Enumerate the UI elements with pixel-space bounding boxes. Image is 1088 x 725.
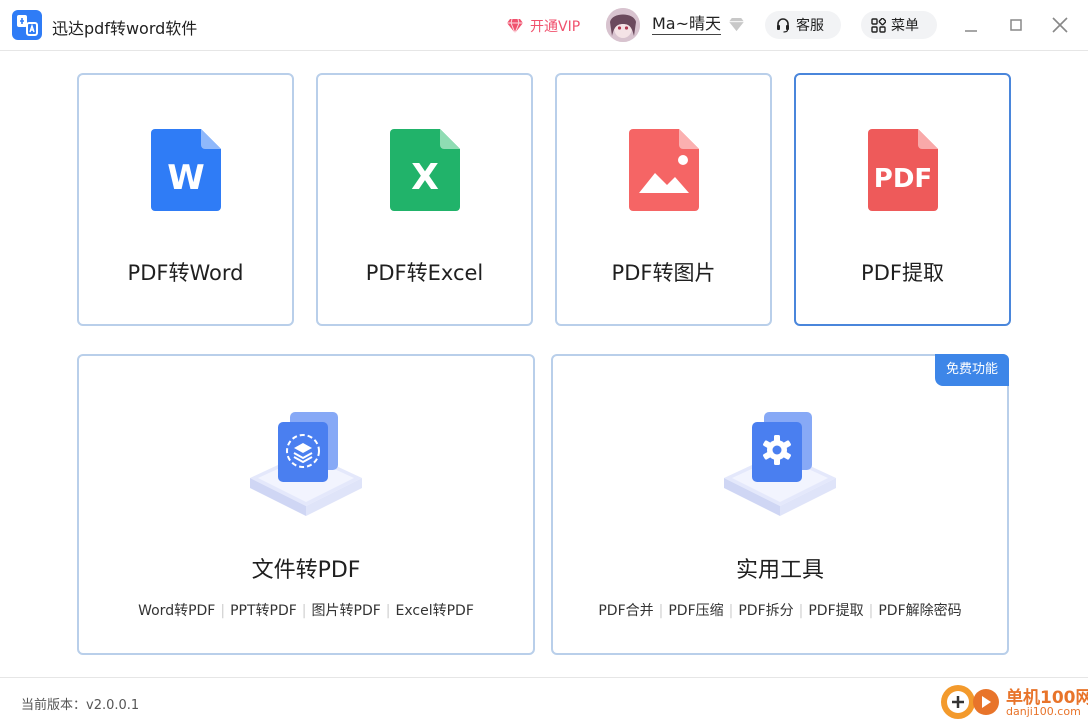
pdf-extract-label: PDF提取 xyxy=(861,261,944,285)
link-separator: | xyxy=(728,603,734,619)
menu-label: 菜单 xyxy=(891,18,919,34)
pdf-unlock-link[interactable]: PDF解除密码 xyxy=(878,603,961,619)
headset-icon xyxy=(777,18,789,33)
pdf-to-excel-card[interactable]: X PDF转Excel xyxy=(316,73,533,326)
username-link[interactable]: Ma~晴天 xyxy=(652,14,722,35)
utilities-links: PDF合并 | PDF压缩 | PDF拆分 | PDF提取 | PDF解除密码 xyxy=(553,600,1007,620)
pdf-extract-card[interactable]: PDF PDF提取 xyxy=(794,73,1011,326)
avatar[interactable] xyxy=(606,8,640,42)
word-file-icon: W xyxy=(151,129,221,211)
gear-stack-icon xyxy=(724,412,836,516)
diamond-icon xyxy=(507,18,523,34)
vip-label: 开通VIP xyxy=(530,19,581,35)
minimize-button[interactable] xyxy=(959,13,983,37)
customer-service-label: 客服 xyxy=(796,18,824,34)
file-to-pdf-links: Word转PDF | PPT转PDF | 图片转PDF | Excel转PDF xyxy=(79,600,533,620)
title-bar: 迅达pdf转word软件 开通VIP Ma~晴天 客服 菜单 xyxy=(0,0,1088,51)
pdf-extract-link[interactable]: PDF提取 xyxy=(808,603,863,619)
pdf-to-image-card[interactable]: PDF转图片 xyxy=(555,73,772,326)
excel-file-icon: X xyxy=(390,129,460,211)
close-icon xyxy=(1052,17,1068,33)
app-logo-icon xyxy=(12,10,42,40)
link-separator: | xyxy=(385,603,391,619)
link-separator: | xyxy=(658,603,664,619)
version-label: 当前版本：v2.0.0.1 xyxy=(21,698,140,713)
link-separator: | xyxy=(798,603,804,619)
excel-to-pdf-link[interactable]: Excel转PDF xyxy=(396,603,474,619)
app-title: 迅达pdf转word软件 xyxy=(52,19,198,38)
pdf-to-word-label: PDF转Word xyxy=(127,261,244,285)
utilities-label: 实用工具 xyxy=(735,558,824,583)
word-glyph: W xyxy=(167,158,205,198)
open-vip-button[interactable]: 开通VIP xyxy=(506,16,580,36)
pdf-merge-link[interactable]: PDF合并 xyxy=(598,603,653,619)
grid-menu-icon xyxy=(871,17,886,33)
pdf-to-excel-label: PDF转Excel xyxy=(365,261,484,285)
watermark-logo-icon xyxy=(941,685,999,719)
link-separator: | xyxy=(301,603,307,619)
status-bar: 当前版本：v2.0.0.1 单机100网 danji100.com xyxy=(0,677,1088,725)
file-to-pdf-card[interactable]: 文件转PDF Word转PDF | PPT转PDF | 图片转PDF | Excel转PDF xyxy=(77,354,535,655)
excel-glyph: X xyxy=(411,157,439,198)
image-to-pdf-link[interactable]: 图片转PDF xyxy=(312,603,381,619)
pdf-split-link[interactable]: PDF拆分 xyxy=(738,603,793,619)
customer-service-button[interactable]: 客服 xyxy=(765,11,841,39)
utilities-card[interactable]: 免费功能 实用工具 PDF合并 | PDF压缩 | PDF拆分 | PDF提取 | PDF解除密… xyxy=(551,354,1009,655)
watermark-url: danji100.com xyxy=(1006,705,1081,718)
word-to-pdf-link[interactable]: Word转PDF xyxy=(138,603,215,619)
pdf-file-icon: PDF xyxy=(868,129,938,211)
file-to-pdf-label: 文件转PDF xyxy=(251,558,361,583)
maximize-icon xyxy=(1010,19,1022,31)
close-button[interactable] xyxy=(1048,13,1072,37)
minimize-icon xyxy=(965,30,977,32)
menu-button[interactable]: 菜单 xyxy=(861,11,937,39)
image-file-icon xyxy=(629,129,699,211)
ppt-to-pdf-link[interactable]: PPT转PDF xyxy=(230,603,297,619)
maximize-button[interactable] xyxy=(1004,13,1028,37)
pdf-compress-link[interactable]: PDF压缩 xyxy=(668,603,723,619)
free-feature-badge: 免费功能 xyxy=(935,354,1009,386)
layers-stack-icon xyxy=(250,412,362,516)
pdf-to-word-card[interactable]: W PDF转Word xyxy=(77,73,294,326)
link-separator: | xyxy=(868,603,874,619)
pdf-glyph: PDF xyxy=(874,164,932,194)
link-separator: | xyxy=(220,603,226,619)
pdf-to-image-label: PDF转图片 xyxy=(611,261,716,285)
vip-level-diamond-icon xyxy=(729,17,744,32)
